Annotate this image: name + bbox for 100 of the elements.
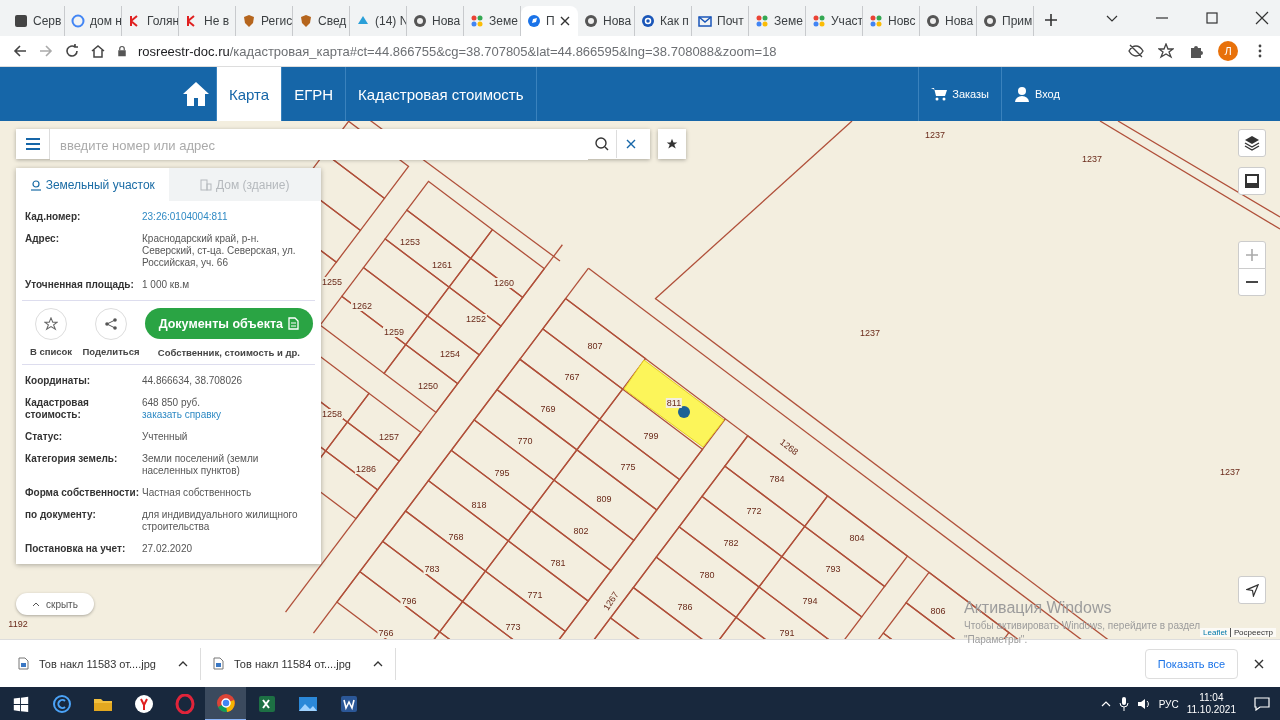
parcel-number: 794 <box>801 596 819 606</box>
parcel-number: 773 <box>504 622 522 632</box>
lock-icon[interactable] <box>116 45 128 57</box>
parcel-number: 811 <box>665 398 683 408</box>
share-button[interactable] <box>95 308 127 340</box>
parcel-number: 796 <box>400 596 418 606</box>
microphone-icon[interactable] <box>1118 697 1129 711</box>
parcel-number: 1237 <box>924 130 946 140</box>
site-icon <box>641 14 655 28</box>
field-value: 1 000 кв.м <box>142 279 191 291</box>
field-label: Уточненная площадь: <box>25 279 135 291</box>
parcel-number: 784 <box>768 474 786 484</box>
favorite-label: В список <box>29 346 73 357</box>
eye-slash-icon[interactable] <box>1128 43 1144 59</box>
speaker-icon[interactable] <box>1136 698 1151 710</box>
home-icon[interactable] <box>182 81 210 107</box>
field-label: Адрес: <box>25 233 60 246</box>
parcel-number: 1261 <box>431 260 453 270</box>
field-value: Земли поселений (земли населенных пунктов) <box>142 453 260 477</box>
address-field[interactable]: rosreestr-doc.ru/кадастровая_карта#ct=44.866755&cg=38.707805&lat=44.866595&lng=38.708088&zoom=18 <box>138 43 777 59</box>
app-icon <box>256 694 277 714</box>
square-frame-icon <box>1244 173 1260 189</box>
navigation-arrow-icon <box>1245 583 1259 597</box>
field-value: Частная собственность <box>142 487 253 499</box>
field-value: Учтенный <box>142 431 189 443</box>
parcel-number: 1237 <box>1219 467 1241 477</box>
caret-up-icon[interactable] <box>178 660 188 667</box>
site-icon <box>698 14 712 28</box>
field-value: Краснодарский край, р-н. Северский, ст-ца. Северская, ул. Российская, уч. 66 <box>142 233 297 269</box>
download-item[interactable]: Тов накл 11583 от....jpg <box>6 647 201 680</box>
menu-icon <box>25 138 40 150</box>
site-icon <box>812 14 826 28</box>
parcel-number: 1192 <box>7 619 29 629</box>
site-icon <box>242 14 256 28</box>
parcel-number: 767 <box>563 372 581 382</box>
parcel-number: 782 <box>722 538 740 548</box>
site-icon <box>413 14 427 28</box>
pin-icon <box>29 178 42 191</box>
parcel-number: 799 <box>642 431 660 441</box>
parcel-number: 802 <box>572 526 590 536</box>
nav-tab[interactable]: Карта <box>216 67 282 121</box>
site-icon <box>983 14 997 28</box>
back-arrow-icon[interactable] <box>12 43 28 59</box>
parcel-number: 804 <box>848 533 866 543</box>
parcel-number: 786 <box>676 602 694 612</box>
field-label: Статус: <box>25 431 64 443</box>
reload-icon[interactable] <box>64 43 80 59</box>
plus-icon <box>1246 249 1258 261</box>
leaflet-link[interactable]: Leaflet <box>1203 628 1228 637</box>
field-value: для индивидуального жилищного строительства <box>142 509 299 533</box>
panel-tab[interactable]: Земельный участок <box>16 168 169 201</box>
basemap-button[interactable] <box>1238 167 1266 195</box>
bookmark-star-icon[interactable] <box>1158 43 1174 59</box>
field-value: 648 850 руб. <box>142 397 201 409</box>
parcel-number: 795 <box>493 468 511 478</box>
parcel-number: 1257 <box>378 432 400 442</box>
site-icon <box>584 14 598 28</box>
parcel-number: 1286 <box>355 464 377 474</box>
parcel-number: 1258 <box>321 409 343 419</box>
clock[interactable]: 11:04 11.10.2021 <box>1186 692 1236 716</box>
parcel-number: 768 <box>447 532 465 542</box>
site-icon <box>71 14 85 28</box>
app-icon <box>297 694 318 714</box>
taskbar-app[interactable] <box>205 687 246 720</box>
menu-button[interactable] <box>16 129 50 159</box>
search-icon <box>595 137 609 151</box>
documents-caption: Собственник, стоимость и др. <box>157 347 300 358</box>
app-icon <box>215 693 236 713</box>
locate-button[interactable] <box>1238 576 1266 604</box>
zoom-out-button[interactable] <box>1238 268 1266 296</box>
share-label: Поделиться <box>82 346 140 357</box>
caret-up-icon[interactable] <box>373 660 383 667</box>
parcel-number: 818 <box>470 500 488 510</box>
puzzle-icon[interactable] <box>1188 43 1204 59</box>
browser-tab[interactable]: П <box>521 6 578 36</box>
app-icon <box>338 694 359 714</box>
layers-button[interactable] <box>1238 129 1266 157</box>
parcel-number: 783 <box>423 564 441 574</box>
selected-parcel[interactable] <box>623 359 725 448</box>
close-icon[interactable] <box>559 16 570 26</box>
order-certificate-link[interactable]: заказать справку <box>142 409 312 421</box>
download-item[interactable]: Тов накл 11584 от....jpg <box>201 647 396 680</box>
language-indicator[interactable]: РУС <box>1158 698 1179 710</box>
favorites-button[interactable] <box>658 129 686 159</box>
parcel-number: 781 <box>549 558 567 568</box>
location-marker <box>678 406 690 418</box>
notification-icon[interactable] <box>1254 697 1270 711</box>
parcel-number: 1254 <box>439 349 461 359</box>
show-all-button[interactable]: Показать все <box>1144 648 1238 679</box>
parcel-number: 1252 <box>465 314 487 324</box>
parcel-number: 1259 <box>383 327 405 337</box>
favorite-button[interactable] <box>35 308 67 340</box>
map-attribution: Leaflet Росреестр <box>1200 628 1276 637</box>
building-icon <box>200 178 213 191</box>
cadastral-number-link[interactable]: 23:26:0104004:811 <box>142 211 228 222</box>
parcel-number: 1250 <box>417 381 439 391</box>
activation-text: "Параметры". <box>964 634 1029 645</box>
home-icon[interactable] <box>90 43 106 59</box>
parcel-number: 1262 <box>351 301 373 311</box>
hide-button[interactable]: скрыть <box>16 593 94 615</box>
